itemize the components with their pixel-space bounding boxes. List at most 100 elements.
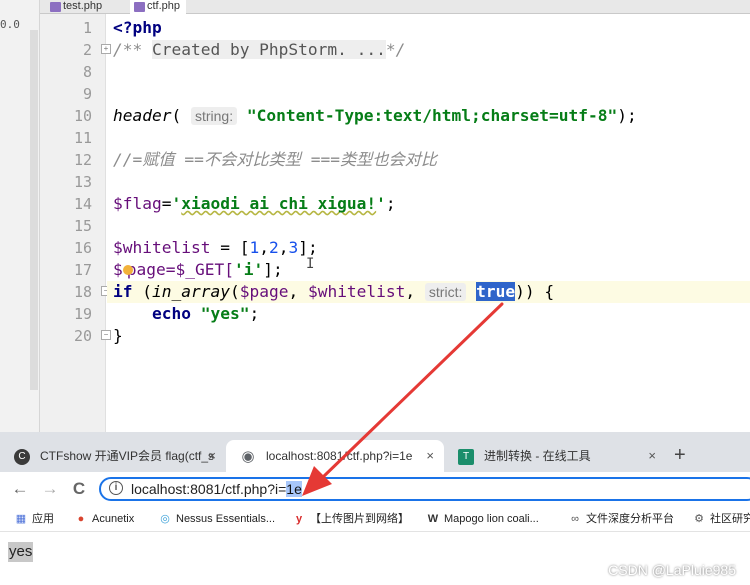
new-tab-button[interactable]: + xyxy=(674,442,686,468)
code-line-10: header( string: "Content-Type:text/html;… xyxy=(107,105,750,127)
semicolon: ; xyxy=(385,194,396,213)
forward-arrow-icon[interactable]: → xyxy=(38,477,62,501)
line-number-gutter: 1 2 8 9 10 11 12 13 14 15 16 17 18 19 20 xyxy=(40,14,106,432)
tab-label: ctf.php xyxy=(147,0,181,12)
keyword-echo: echo xyxy=(151,304,191,323)
doc-comment-close: */ xyxy=(385,40,406,59)
code-line-18: if (in_array($page, $whitelist, strict: … xyxy=(107,281,750,303)
watermark: CSDN @LaPluie985 xyxy=(608,562,736,578)
bookmark-acunetix[interactable]: ● Acunetix xyxy=(72,509,135,529)
string-literal: "yes" xyxy=(200,304,250,323)
string-literal: 'i' xyxy=(233,260,264,279)
function-name: header xyxy=(113,106,172,125)
close-icon[interactable]: × xyxy=(208,440,216,472)
bookmark-label: Acunetix xyxy=(92,513,135,525)
tab-test-php[interactable]: test.php xyxy=(46,0,108,14)
code-line-20: } xyxy=(107,325,750,347)
gear-icon: ⚙ xyxy=(694,513,704,525)
line-number: 20 xyxy=(73,327,92,345)
editor-tab-bar: test.php ctf.php xyxy=(40,0,750,14)
browser-toolbar: ← → C i localhost:8081/ctf.php?i=1e xyxy=(0,472,750,506)
operator: = [ xyxy=(210,238,250,257)
paren-close: ); xyxy=(617,106,637,125)
line-number: 16 xyxy=(73,239,92,257)
variable: $flag xyxy=(113,194,162,213)
bookmark-mapogo[interactable]: W Mapogo lion coali... xyxy=(424,509,539,529)
tab-ctf-php[interactable]: ctf.php xyxy=(130,0,187,14)
code-line-19: echo "yes"; xyxy=(107,303,750,325)
variable: $whitelist xyxy=(307,282,406,301)
tool-favicon-icon: T xyxy=(458,449,474,465)
browser-tab-base-converter[interactable]: T 进制转换 - 在线工具 × xyxy=(444,440,666,472)
selected-true-literal[interactable]: true xyxy=(476,282,516,301)
comma: , xyxy=(288,282,308,301)
close-icon[interactable]: × xyxy=(426,440,434,472)
close-icon[interactable]: × xyxy=(648,440,656,472)
bookmark-file-analysis[interactable]: ∞ 文件深度分析平台 xyxy=(566,509,674,529)
text-cursor-icon: I xyxy=(306,256,315,272)
comma: , xyxy=(278,238,289,257)
browser-tab-localhost[interactable]: ◉ localhost:8081/ctf.php?i=1e × xyxy=(226,440,444,472)
reload-icon[interactable]: C xyxy=(67,477,91,501)
bracket-close: ]; xyxy=(263,260,283,279)
wikipedia-icon: W xyxy=(427,513,439,525)
project-panel-scrollbar[interactable] xyxy=(30,30,38,390)
line-comment: //=赋值 ==不会对比类型 ===类型也会对比 xyxy=(113,150,438,169)
code-line-1: <?php xyxy=(107,17,750,39)
lightbulb-icon[interactable] xyxy=(122,264,133,275)
paren: ( xyxy=(229,282,240,301)
ctfshow-favicon-icon: C xyxy=(14,449,30,465)
bookmark-label: 社区研究 xyxy=(710,513,750,525)
bookmark-upload-image[interactable]: y 【上传图片到网络】 xyxy=(290,509,409,529)
variable: $whitelist xyxy=(113,238,211,257)
browser-tab-label: 进制转换 - 在线工具 xyxy=(484,449,591,463)
folded-comment[interactable]: Created by PhpStorm. ... xyxy=(151,40,386,59)
bookmark-apps[interactable]: ▦ 应用 xyxy=(12,509,54,529)
url-selected-value: 1e xyxy=(286,481,302,497)
back-arrow-icon[interactable]: ← xyxy=(8,477,32,501)
url-prefix: localhost:8081/ctf.php?i= xyxy=(131,481,287,497)
line-number: 14 xyxy=(73,195,92,213)
line-number: 18 xyxy=(73,283,92,301)
code-editor[interactable]: <?php /** Created by PhpStorm. ...*/ hea… xyxy=(107,14,750,432)
apps-grid-icon: ▦ xyxy=(15,513,27,525)
code-line-2: /** Created by PhpStorm. ...*/ xyxy=(107,39,750,61)
globe-icon: ◉ xyxy=(241,448,255,465)
doc-comment-open: /** xyxy=(113,40,152,59)
line-number: 10 xyxy=(73,107,92,125)
line-number: 19 xyxy=(73,305,92,323)
line-number: 1 xyxy=(82,19,92,37)
string-literal: "Content-Type:text/html;charset=utf-8" xyxy=(246,106,618,125)
line-number: 15 xyxy=(73,217,92,235)
code-line-12: //=赋值 ==不会对比类型 ===类型也会对比 xyxy=(107,149,750,171)
bookmark-community[interactable]: ⚙ 社区研究 xyxy=(690,509,750,529)
line-number: 2 xyxy=(82,41,92,59)
bookmark-label: Mapogo lion coali... xyxy=(444,513,539,525)
browser-tab-label: localhost:8081/ctf.php?i=1e xyxy=(266,449,413,463)
code-line-16: $whitelist = [1,2,3]; xyxy=(107,237,750,259)
page-output-text: yes xyxy=(8,542,34,562)
quote: ' xyxy=(376,194,386,213)
get-access: =$_GET[ xyxy=(165,260,234,279)
ide-window: 0.0 test.php ctf.php 1 2 8 9 10 11 12 13… xyxy=(0,0,750,432)
bookmark-label: 【上传图片到网络】 xyxy=(310,513,409,525)
bookmark-label: 文件深度分析平台 xyxy=(586,513,674,525)
analysis-icon: ∞ xyxy=(571,513,579,525)
bookmark-label: 应用 xyxy=(32,513,54,525)
bookmark-nessus[interactable]: ◎ Nessus Essentials... xyxy=(156,509,275,529)
line-number: 17 xyxy=(73,261,92,279)
browser-tab-ctfshow[interactable]: C CTFshow 开通VIP会员 flag(ctf_s × xyxy=(0,440,226,472)
paren: ( xyxy=(171,106,182,125)
address-bar[interactable]: i localhost:8081/ctf.php?i=1e xyxy=(99,477,750,501)
code-line-17: $ page=$_GET['i']; xyxy=(107,259,750,281)
brace-close: } xyxy=(113,326,123,345)
number: 2 xyxy=(268,238,279,257)
semicolon: ; xyxy=(249,304,260,323)
function-name: in_array xyxy=(152,282,230,301)
browser-window: C CTFshow 开通VIP会员 flag(ctf_s × ◉ localho… xyxy=(0,432,750,585)
address-url[interactable]: localhost:8081/ctf.php?i=1e xyxy=(131,479,302,499)
line-number: 9 xyxy=(82,85,92,103)
info-icon[interactable]: i xyxy=(109,481,123,495)
project-panel: 0.0 xyxy=(0,0,40,432)
line-number: 8 xyxy=(82,63,92,81)
